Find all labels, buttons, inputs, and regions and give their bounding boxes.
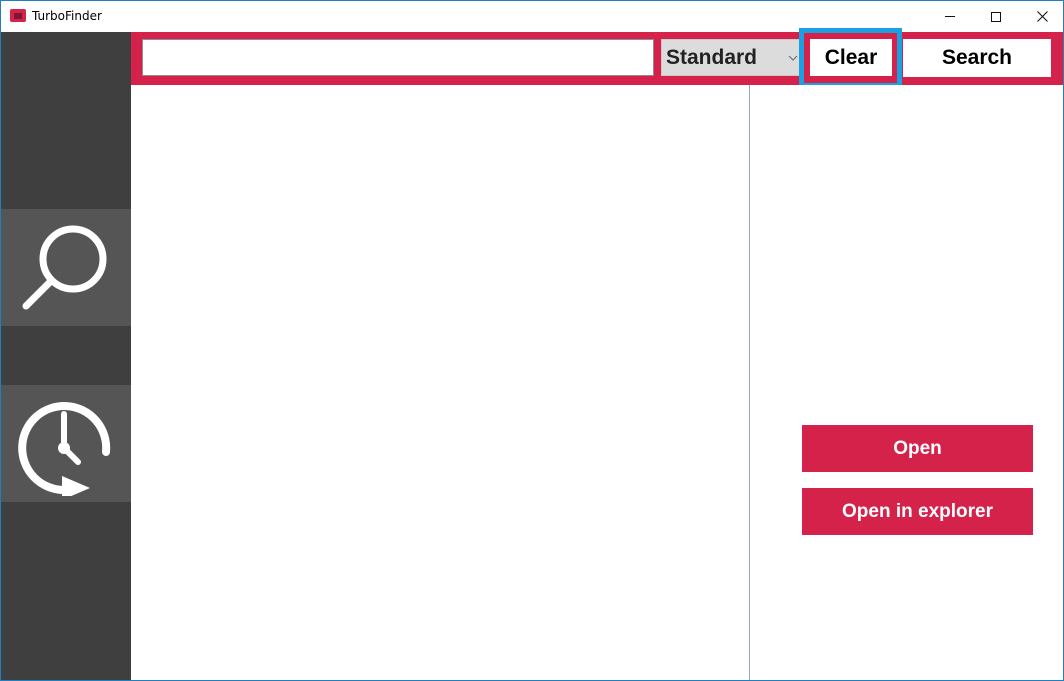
- maximize-button[interactable]: [973, 1, 1019, 32]
- search-button[interactable]: Search: [903, 39, 1051, 77]
- search-input[interactable]: [142, 39, 654, 76]
- results-list[interactable]: [131, 85, 750, 680]
- app-window: TurboFinder Standard Clear Search Open O…: [0, 0, 1064, 681]
- open-button[interactable]: Open: [802, 425, 1033, 472]
- search-mode-value: Standard: [666, 46, 758, 69]
- open-in-explorer-button[interactable]: Open in explorer: [802, 488, 1033, 535]
- minimize-icon: [945, 16, 955, 17]
- app-folder-icon: [10, 9, 26, 22]
- title-bar: TurboFinder: [1, 1, 1063, 32]
- search-mode-select[interactable]: Standard: [661, 39, 801, 76]
- close-icon: [1036, 11, 1048, 22]
- sidebar-item-search[interactable]: [1, 209, 131, 326]
- close-button[interactable]: [1019, 1, 1064, 32]
- search-toolbar: Standard Clear Search: [131, 28, 1063, 88]
- clock-history-icon: [18, 401, 111, 496]
- minimize-button[interactable]: [927, 1, 973, 32]
- sidebar-item-history[interactable]: [1, 385, 131, 502]
- detail-panel: Open Open in explorer: [751, 85, 1063, 680]
- maximize-icon: [991, 11, 1001, 22]
- clear-button[interactable]: Clear: [809, 38, 893, 77]
- sidebar: [1, 32, 131, 680]
- magnifier-icon: [22, 225, 107, 309]
- chevron-down-icon: [788, 55, 798, 61]
- window-title: TurboFinder: [32, 9, 102, 23]
